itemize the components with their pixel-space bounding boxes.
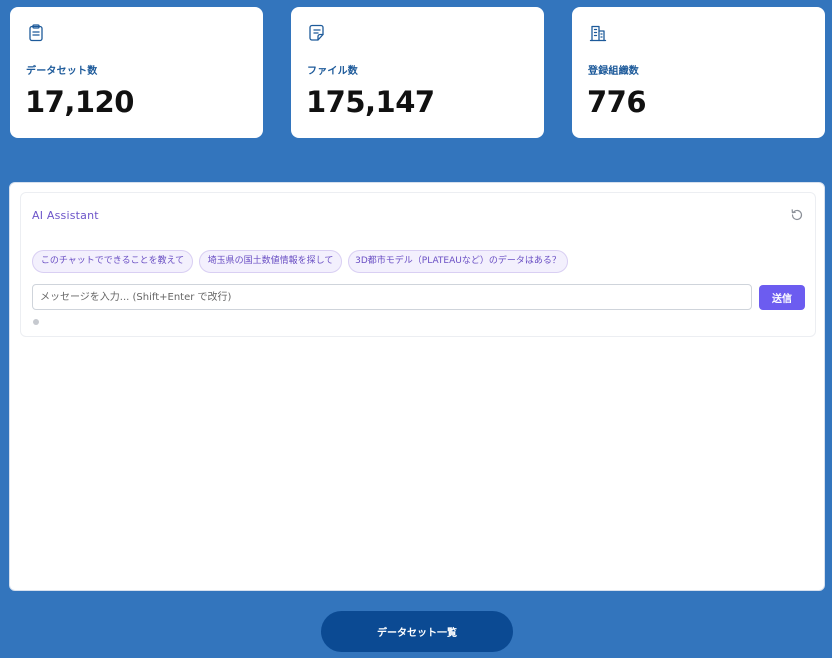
stat-label: データセット数 xyxy=(26,66,98,77)
status-indicator xyxy=(33,319,39,325)
assistant-title: AI Assistant xyxy=(32,209,99,222)
stat-card-files: ファイル数 175,147 xyxy=(291,7,544,138)
stat-label: 登録組織数 xyxy=(588,66,639,77)
send-button[interactable]: 送信 xyxy=(759,285,805,310)
chat-box: AI Assistant このチャットでできることを教えて 埼玉県の国土数値情報… xyxy=(20,192,816,337)
suggestion-chip[interactable]: このチャットでできることを教えて xyxy=(32,250,193,273)
stat-value: 776 xyxy=(587,85,647,119)
suggestion-chip[interactable]: 3D都市モデル（PLATEAUなど）のデータはある？ xyxy=(348,250,568,273)
stat-card-organizations: 登録組織数 776 xyxy=(572,7,825,138)
stat-value: 175,147 xyxy=(306,85,435,119)
ai-assistant-panel: AI Assistant このチャットでできることを教えて 埼玉県の国土数値情報… xyxy=(9,182,825,591)
document-icon xyxy=(307,23,327,43)
stat-card-datasets: データセット数 17,120 xyxy=(10,7,263,138)
stat-label: ファイル数 xyxy=(307,66,358,77)
suggestion-chip[interactable]: 埼玉県の国土数値情報を探して xyxy=(199,250,342,273)
building-icon xyxy=(588,23,608,43)
clipboard-icon xyxy=(26,23,46,43)
message-input[interactable] xyxy=(32,284,752,310)
refresh-icon[interactable] xyxy=(790,207,804,221)
dataset-list-button[interactable]: データセット一覧 xyxy=(321,611,513,652)
stat-value: 17,120 xyxy=(25,85,134,119)
